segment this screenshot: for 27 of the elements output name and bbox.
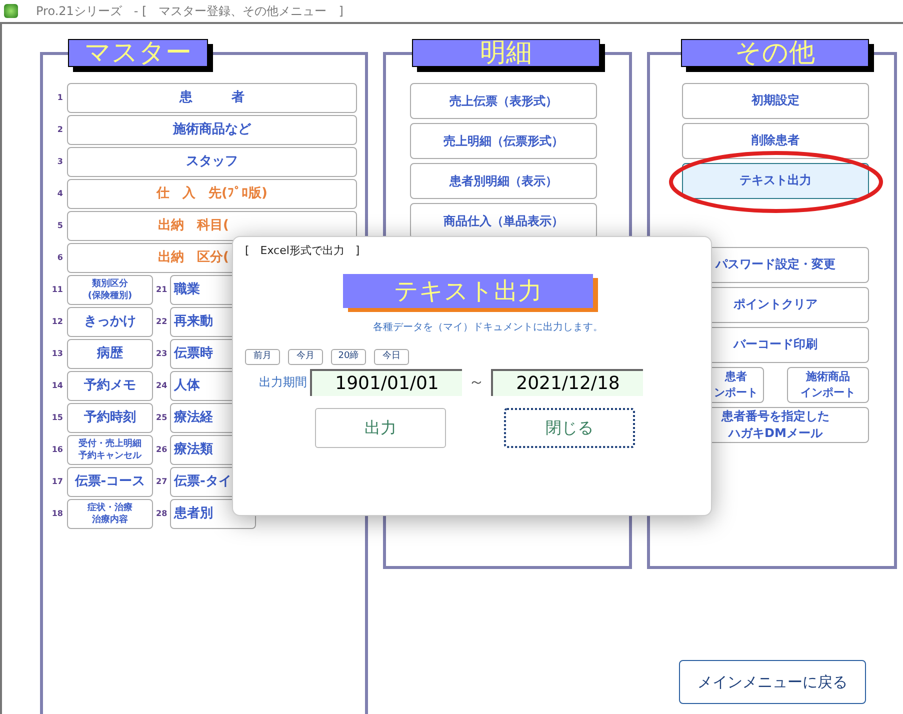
- range-separator: ～: [468, 371, 486, 393]
- item-number: 16: [50, 444, 64, 456]
- item-number: 4: [56, 188, 64, 200]
- item-number: 22: [155, 316, 168, 328]
- dialog-heading: テキスト出力: [394, 276, 542, 306]
- item-number: 1: [56, 92, 64, 104]
- item-number: 25: [155, 412, 168, 424]
- item-number: 14: [50, 380, 64, 392]
- item-number: 12: [50, 316, 64, 328]
- item-number: 13: [50, 348, 64, 360]
- dialog-description: 各種データを（マイ）ドキュメントに出力します。: [373, 320, 604, 334]
- item-number: 28: [155, 508, 168, 520]
- item-number: 11: [50, 284, 64, 296]
- item-number: 26: [155, 444, 168, 456]
- item-number: 24: [155, 380, 168, 392]
- period-label: 出力期間: [258, 374, 308, 391]
- item-number: 15: [50, 412, 64, 424]
- window-title: Pro.21シリーズ - [ マスター登録、その他メニュー ]: [36, 3, 344, 20]
- item-number: 2: [56, 124, 64, 136]
- item-number: 18: [50, 508, 64, 520]
- item-number: 23: [155, 348, 168, 360]
- item-number: 6: [56, 252, 64, 264]
- item-number: 17: [50, 476, 64, 488]
- item-number: 27: [155, 476, 168, 488]
- item-number: 3: [56, 156, 64, 168]
- item-number: 5: [56, 220, 64, 232]
- item-number: 21: [155, 284, 168, 296]
